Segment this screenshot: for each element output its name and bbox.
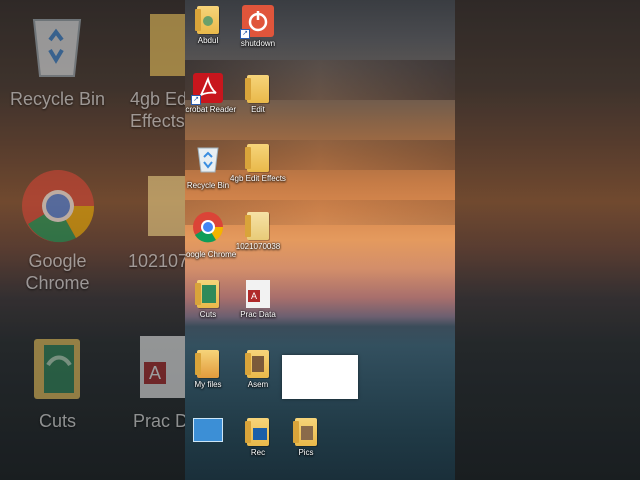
- desktop-icon-label: 4gb Edit Effects: [230, 174, 286, 183]
- desktop-icon-prac-data[interactable]: A Prac Data: [228, 280, 288, 320]
- folder-icon: [195, 350, 219, 378]
- rec-image-icon: [253, 428, 267, 440]
- folder-icon: [245, 75, 269, 103]
- desktop-icon-pics[interactable]: Pics: [276, 418, 336, 458]
- cuts-folder-icon: [195, 280, 219, 308]
- presentation-icon: [193, 418, 223, 442]
- asem-image-icon: [252, 356, 264, 372]
- recycle-bin-large-icon: [32, 19, 82, 77]
- desktop-icon-label: Pics: [298, 448, 314, 457]
- access-logo-icon: A: [248, 290, 260, 302]
- backdrop-dim: [455, 0, 640, 480]
- folder-icon: [245, 212, 269, 240]
- desktop-icon-label: Edit: [251, 105, 265, 114]
- recycle-bin-large-label: Recycle Bin: [9, 89, 106, 109]
- effects-folder-large-icon: [150, 14, 185, 76]
- desktop-icon-shutdown[interactable]: ↗ shutdown: [228, 5, 288, 49]
- cuts-large-label: Cuts: [38, 411, 76, 431]
- chrome-icon: [193, 212, 224, 243]
- prac-large-icon: A: [140, 336, 185, 398]
- folder-icon: [245, 418, 269, 446]
- desktop: Abdul ↗ shutdown ↗ Acrobat Reader Edit R…: [185, 0, 455, 480]
- zoomed-backdrop-left: Recycle Bin GoogleChrome Cuts 4gb EditEf…: [0, 0, 185, 480]
- chrome-large-icon: [22, 170, 95, 243]
- desktop-icon-label: 1021070038: [235, 242, 281, 251]
- power-icon: ↗: [240, 5, 274, 39]
- pics-image-icon: [301, 426, 313, 440]
- cuts-image-icon: [202, 285, 216, 303]
- cuts-large-icon: [34, 339, 80, 399]
- access-file-icon: A: [246, 280, 270, 308]
- chrome-large-label: Google Chrome: [25, 251, 90, 293]
- shortcut-arrow-icon: ↗: [240, 29, 250, 39]
- desktop-icon-edit[interactable]: Edit: [228, 75, 288, 115]
- prac-large-label: Prac D: [133, 411, 185, 431]
- desktop-icon-label: Prac Data: [240, 310, 276, 319]
- zoomed-backdrop-right: [455, 0, 640, 480]
- desktop-icon-label: Asem: [247, 380, 269, 389]
- acrobat-icon: ↗: [191, 73, 223, 105]
- desktop-icon-4gb-edit-effects[interactable]: 4gb Edit Effects: [228, 144, 288, 184]
- number-large-label: 102107: [128, 251, 185, 271]
- effects-large-label: 4gb EditEffects: [130, 89, 185, 131]
- recycle-bin-icon: [197, 147, 219, 173]
- shortcut-arrow-icon: ↗: [191, 95, 201, 105]
- folder-icon: [245, 144, 269, 172]
- user-avatar-icon: [203, 16, 213, 26]
- folder-icon: [245, 350, 269, 378]
- user-folder-icon: [195, 6, 219, 34]
- desktop-icon-1021070038[interactable]: 1021070038: [228, 212, 288, 252]
- folder-icon: [293, 418, 317, 446]
- blank-popup-window[interactable]: [282, 355, 358, 399]
- desktop-icon-label: shutdown: [240, 39, 276, 48]
- number-folder-large-icon: [148, 176, 185, 236]
- desktop-icon-asem[interactable]: Asem: [228, 350, 288, 390]
